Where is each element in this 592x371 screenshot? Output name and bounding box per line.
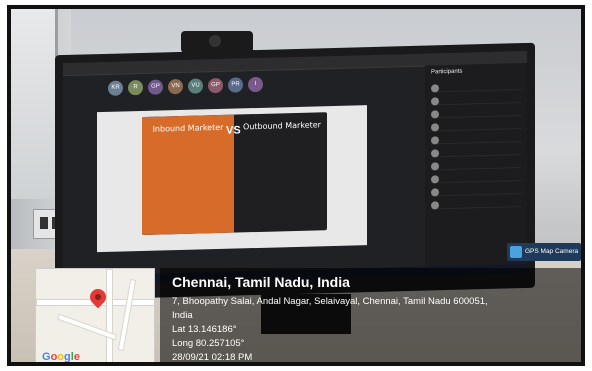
- participant-gallery: KR R GP VN VU GP PR I: [68, 71, 368, 105]
- photo: KR R GP VN VU GP PR I Inbound Marketer V…: [11, 9, 581, 362]
- google-logo: Google: [42, 351, 80, 362]
- avatar: VN: [168, 78, 183, 95]
- gps-badge-label: GPS Map Camera: [525, 248, 579, 255]
- avatar: GP: [208, 77, 223, 94]
- photo-frame: KR R GP VN VU GP PR I Inbound Marketer V…: [7, 5, 585, 366]
- shared-slide-area: Inbound Marketer VS Outbound Marketer: [97, 105, 367, 253]
- datetime: 28/09/21 02:18 PM: [172, 352, 253, 362]
- window: [11, 9, 58, 199]
- latitude: Lat 13.146186°: [172, 324, 237, 335]
- monitor-screen: KR R GP VN VU GP PR I Inbound Marketer V…: [63, 50, 527, 286]
- avatar: VU: [188, 78, 203, 94]
- address-line-2: India: [172, 310, 193, 321]
- slide-vs: VS: [226, 124, 241, 137]
- avatar: PR: [228, 77, 243, 93]
- map-thumbnail: Google: [35, 268, 155, 362]
- participant-row: [431, 194, 521, 210]
- avatar: KR: [108, 80, 123, 96]
- address-line-1: 7, Bhoopathy Salai, Andal Nagar, Selaiva…: [172, 296, 488, 307]
- location-city: Chennai, Tamil Nadu, India: [172, 274, 350, 290]
- avatar: GP: [148, 79, 163, 95]
- camera-icon: [510, 246, 522, 258]
- gps-badge: GPS Map Camera: [507, 243, 581, 261]
- location-overlay: Chennai, Tamil Nadu, India 7, Bhoopathy …: [160, 268, 581, 362]
- panel-title: Participants: [431, 68, 463, 76]
- avatar: I: [248, 76, 263, 93]
- slide: Inbound Marketer VS Outbound Marketer: [142, 112, 327, 236]
- slide-right-title: Outbound Marketer: [243, 120, 321, 132]
- monitor: KR R GP VN VU GP PR I Inbound Marketer V…: [55, 42, 535, 301]
- longitude: Long 80.257105°: [172, 338, 245, 349]
- avatar: R: [128, 79, 143, 96]
